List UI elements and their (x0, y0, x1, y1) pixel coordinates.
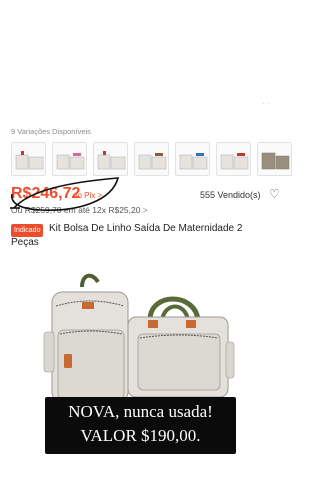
price-row: R$246,72 no Pix > 555 Vendido(s) ♡ (11, 185, 281, 205)
product-gallery-image[interactable] (0, 0, 281, 112)
variations-label: 9 Variações Disponíveis (11, 127, 91, 136)
sold-count: 555 Vendido(s) (200, 190, 261, 200)
variation-thumb[interactable] (216, 142, 251, 176)
variation-thumb[interactable] (257, 142, 292, 176)
installments-text: Ou R$259,70 em até 12x R$25,20 (11, 205, 141, 215)
variation-thumb[interactable] (175, 142, 210, 176)
banner-condition-text: NOVA, nunca usada! (68, 402, 213, 421)
product-title: Kit Bolsa De Linho Saída De Maternidade … (49, 223, 243, 234)
heart-icon[interactable]: ♡ (269, 187, 280, 201)
gallery-indicator: · · (262, 101, 271, 107)
product-title-continued: Peças (11, 237, 39, 248)
banner-price-text: VALOR $190,00. (80, 426, 201, 445)
variation-thumb[interactable] (134, 142, 169, 176)
pix-label[interactable]: no Pix > (73, 191, 102, 200)
variation-thumb[interactable] (11, 142, 46, 176)
variation-thumbnails (11, 142, 292, 178)
sale-note-banner: NOVA, nunca usada! VALOR $190,00. (45, 397, 236, 454)
installments-link[interactable]: Ou R$259,70 em até 12x R$25,20 > (11, 205, 148, 215)
recommended-badge: Indicado (11, 224, 44, 237)
product-price: R$246,72 (11, 185, 81, 202)
variation-thumb[interactable] (93, 142, 128, 176)
product-photo[interactable] (0, 262, 281, 417)
chevron-right-icon: > (142, 205, 148, 215)
variation-thumb[interactable] (52, 142, 87, 176)
